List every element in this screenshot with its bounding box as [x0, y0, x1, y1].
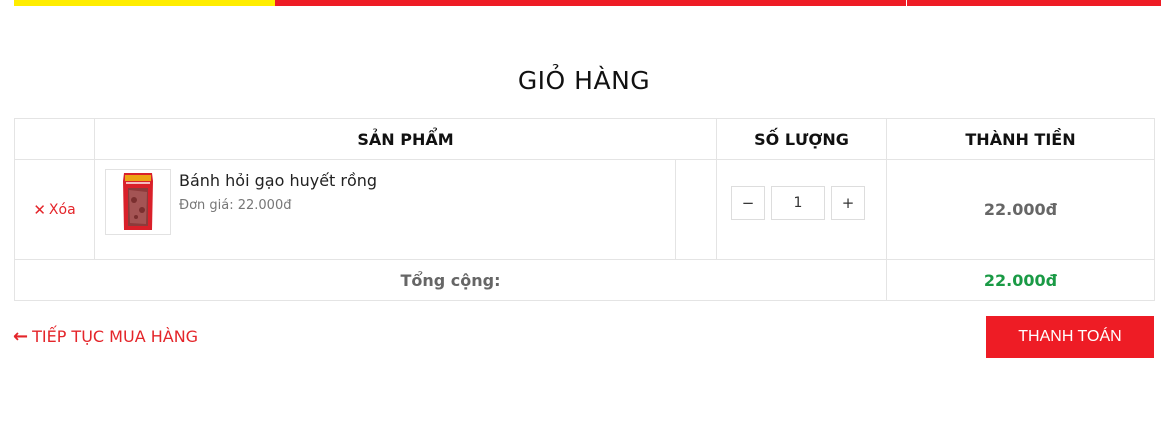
total-row: Tổng cộng: 22.000đ — [13, 259, 1156, 301]
close-icon: ✕ — [33, 201, 46, 219]
checkout-button[interactable]: THANH TOÁN — [986, 316, 1154, 358]
increase-quantity-button[interactable]: + — [831, 186, 866, 220]
header-quantity: SỐ LƯỢNG — [716, 118, 888, 160]
product-name[interactable]: Bánh hỏi gạo huyết rồng — [179, 171, 377, 190]
header-remove — [14, 118, 95, 160]
product-thumbnail[interactable] — [105, 169, 171, 235]
total-label: Tổng cộng: — [13, 259, 888, 301]
remove-cell: ✕ Xóa — [14, 159, 95, 260]
top-bar-red-segment — [275, 0, 906, 6]
table-header-row: SẢN PHẨM SỐ LƯỢNG THÀNH TIỀN — [14, 118, 1156, 160]
top-bar-yellow-segment — [14, 0, 275, 6]
total-value: 22.000đ — [886, 259, 1156, 301]
continue-shopping-link[interactable]: ← TIẾP TỤC MUA HÀNG — [13, 327, 198, 346]
cart-table: SẢN PHẨM SỐ LƯỢNG THÀNH TIỀN ✕ Xóa Bánh … — [13, 118, 1156, 301]
table-row: ✕ Xóa Bánh hỏi gạo huyết rồng Đơn giá: 2… — [14, 159, 1156, 260]
product-unit-price: Đơn giá: 22.000đ — [179, 198, 292, 213]
header-subtotal: THÀNH TIỀN — [886, 118, 1156, 160]
minus-icon: − — [741, 194, 755, 212]
decrease-quantity-button[interactable]: − — [731, 186, 766, 220]
continue-shopping-label: TIẾP TỤC MUA HÀNG — [32, 327, 199, 346]
product-package-image — [106, 170, 170, 234]
arrow-left-icon: ← — [13, 325, 29, 347]
header-product: SẢN PHẨM — [93, 118, 718, 160]
top-color-bar — [0, 0, 1161, 6]
quantity-stepper: − + — [731, 186, 866, 220]
quantity-cell: − + — [716, 159, 888, 260]
top-bar-red-segment-right — [907, 0, 1161, 6]
product-extra-cell — [674, 159, 718, 260]
line-total: 22.000đ — [886, 159, 1156, 260]
remove-item-label: Xóa — [48, 202, 76, 218]
quantity-input[interactable] — [771, 186, 826, 220]
plus-icon: + — [841, 194, 855, 212]
page-title: GIỎ HÀNG — [517, 66, 651, 95]
remove-item-button[interactable]: ✕ Xóa — [33, 201, 75, 219]
product-cell: Bánh hỏi gạo huyết rồng Đơn giá: 22.000đ — [94, 159, 676, 260]
